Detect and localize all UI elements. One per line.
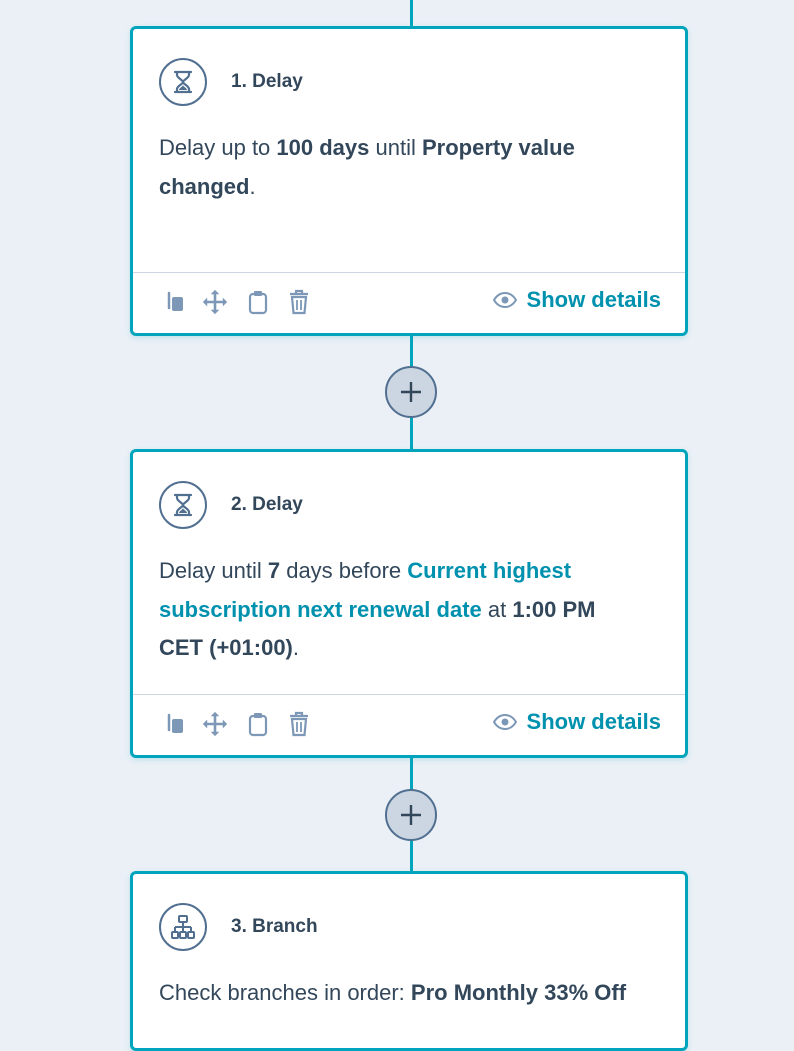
description-text: Delay up to bbox=[159, 135, 277, 160]
description-duration: 100 days bbox=[276, 135, 370, 160]
move-icon[interactable] bbox=[202, 711, 228, 737]
plus-icon bbox=[401, 805, 421, 825]
action-card-delay-2[interactable]: 2. Delay Delay until 7 days before Curre… bbox=[130, 449, 688, 758]
step-title: 2. Delay bbox=[231, 494, 303, 515]
step-description: Check branches in order: Pro Monthly 33%… bbox=[159, 974, 635, 1013]
clipboard-icon[interactable] bbox=[245, 289, 271, 315]
card-footer: Show details bbox=[133, 272, 685, 333]
add-action-button[interactable] bbox=[385, 789, 437, 841]
step-title: 3. Branch bbox=[231, 916, 318, 937]
card-header: 1. Delay bbox=[159, 58, 303, 106]
copy-icon[interactable] bbox=[163, 289, 189, 315]
description-text: at bbox=[481, 596, 513, 622]
description-text: . bbox=[249, 173, 256, 199]
step-description: Delay until 7 days before Current highes… bbox=[159, 552, 635, 668]
description-text: days before bbox=[280, 558, 408, 583]
step-title: 1. Delay bbox=[231, 71, 303, 92]
move-icon[interactable] bbox=[202, 289, 228, 315]
step-description: Delay up to 100 days until Property valu… bbox=[159, 129, 635, 206]
show-details-button[interactable]: Show details bbox=[492, 709, 661, 735]
delete-icon[interactable] bbox=[286, 289, 312, 315]
add-action-button[interactable] bbox=[385, 366, 437, 418]
description-text: Delay until bbox=[159, 558, 268, 583]
description-days: 7 bbox=[267, 558, 281, 583]
description-text: until bbox=[369, 135, 422, 160]
connector-line bbox=[410, 0, 413, 28]
plus-icon bbox=[401, 382, 421, 402]
eye-icon bbox=[492, 291, 517, 309]
eye-icon bbox=[492, 713, 517, 731]
hourglass-icon bbox=[159, 58, 207, 106]
clipboard-icon[interactable] bbox=[245, 711, 271, 737]
branch-icon bbox=[159, 903, 207, 951]
description-branch: Pro Monthly 33% Off bbox=[410, 980, 627, 1005]
delete-icon[interactable] bbox=[286, 711, 312, 737]
card-footer: Show details bbox=[133, 694, 685, 755]
hourglass-icon bbox=[159, 481, 207, 529]
show-details-label: Show details bbox=[526, 709, 661, 734]
card-header: 3. Branch bbox=[159, 903, 318, 951]
copy-icon[interactable] bbox=[163, 711, 189, 737]
card-header: 2. Delay bbox=[159, 481, 303, 529]
action-card-delay-1[interactable]: 1. Delay Delay up to 100 days until Prop… bbox=[130, 26, 688, 336]
description-text: Check branches in order: bbox=[159, 980, 411, 1005]
show-details-label: Show details bbox=[526, 287, 661, 312]
description-text: . bbox=[292, 635, 300, 660]
action-card-branch-3[interactable]: 3. Branch Check branches in order: Pro M… bbox=[130, 871, 688, 1051]
show-details-button[interactable]: Show details bbox=[492, 287, 661, 313]
